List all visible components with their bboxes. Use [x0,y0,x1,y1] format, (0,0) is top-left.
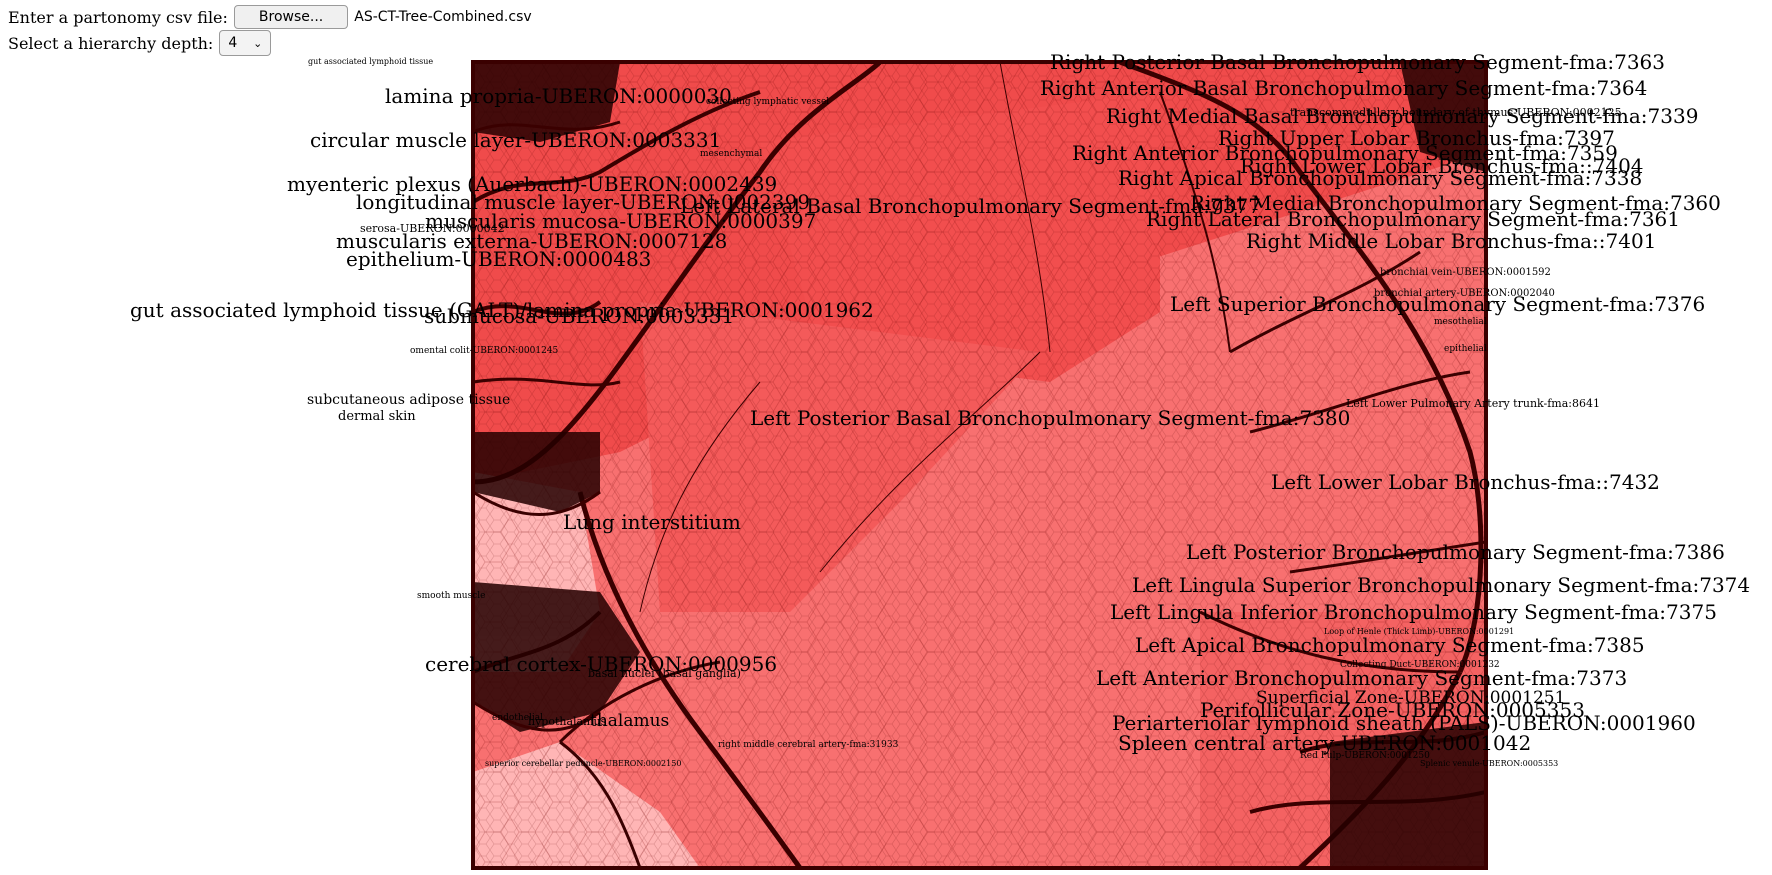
label-left-lingula-superior: Left Lingula Superior Bronchopulmonary S… [1132,573,1750,597]
label-subcutaneous-adipose: subcutaneous adipose tissue [307,392,510,408]
label-right-apical: Right Apical Bronchopulmonary Segment-fm… [1118,166,1642,190]
browse-button[interactable]: Browse... [233,5,349,29]
label-red-pulp: Red Pulp-UBERON:0001250 [1300,751,1430,761]
selected-file-name: AS-CT-Tree-Combined.csv [354,9,532,25]
label-bronchial-vein: bronchial vein-UBERON:0001592 [1380,267,1551,278]
label-left-posterior-basal: Left Posterior Basal Bronchopulmonary Se… [750,406,1350,430]
label-mesothelial: mesothelial [1434,317,1487,327]
label-left-lingula-inferior: Left Lingula Inferior Bronchopulmonary S… [1110,600,1717,624]
label-right-upper-lobar: Right Upper Lobar Bronchus-fma:7397 [1218,126,1615,150]
label-loop-of-henle: Loop of Henle (Thick Limb)-UBERON:000129… [1324,627,1514,636]
label-mesenchymal: mesenchymal [700,149,762,159]
label-circular-muscle: circular muscle layer-UBERON:0003331 [310,128,721,152]
label-right-middle-cerebral-artery: right middle cerebral artery-fma:31933 [718,740,899,750]
label-basal-nuclei: basal nuclei (basal ganglia) [588,667,741,680]
label-left-posterior: Left Posterior Bronchopulmonary Segment-… [1186,540,1725,564]
label-bronchial-artery: bronchial artery-UBERON:0002040 [1374,288,1555,299]
label-right-posterior-basal: Right Posterior Basal Bronchopulmonary S… [1050,52,1665,74]
label-right-anterior-basal: Right Anterior Basal Bronchopulmonary Se… [1040,76,1647,100]
depth-label: Select a hierarchy depth: [8,33,214,53]
label-submucosa: submucosa-UBERON:0003331 [424,304,734,328]
label-collecting-duct: Collecting Duct-UBERON:0001232 [1340,660,1500,670]
label-serosa: serosa-UBERON:0000042 [360,222,505,235]
label-omental-colit: omental colit-UBERON:0001245 [410,346,559,356]
label-superficial-zone: Superficial Zone-UBERON:0001251 [1256,688,1565,708]
voronoi-treemap: Right Posterior Basal Bronchopulmonary S… [0,52,1772,875]
label-collecting-lymphatic: collecting lymphatic vessel [706,97,829,107]
label-left-lower-lobar: Left Lower Lobar Bronchus-fma::7432 [1271,470,1660,494]
label-galt-small: gut associated lymphoid tissue [308,57,433,66]
depth-select-value: 4 [228,35,238,51]
label-dermal-skin: dermal skin [338,409,416,424]
label-superior-cerebellar-peduncle: superior cerebellar peduncle-UBERON:0002… [485,759,681,768]
csv-row: Enter a partonomy csv file: Browse... AS… [8,5,532,29]
label-left-apical: Left Apical Bronchopulmonary Segment-fma… [1135,633,1645,657]
label-epithelial: epithelial [1444,344,1487,354]
controls-panel: Enter a partonomy csv file: Browse... AS… [8,5,532,57]
label-thymus-boundary: transcommedullary boundary of thymus-UBE… [1290,106,1622,119]
label-right-middle-lobar: Right Middle Lobar Bronchus-fma::7401 [1246,229,1656,253]
label-smooth-muscle: smooth muscle [417,591,485,601]
csv-label: Enter a partonomy csv file: [8,7,228,27]
label-hypothalamus: hypothalamus [528,715,607,728]
label-lamina-propria: lamina propria-UBERON:0000030 [385,84,732,108]
label-splenic-venule: Splenic venule-UBERON:0005353 [1420,759,1558,768]
label-lung-interstitium: Lung interstitium [563,510,741,534]
chevron-down-icon: ⌄ [253,36,263,50]
label-epithelium: epithelium-UBERON:0000483 [346,247,651,271]
treemap-svg: Right Posterior Basal Bronchopulmonary S… [130,52,1750,870]
label-left-lower-pulmonary-artery: Left Lower Pulmonary Artery trunk-fma:86… [1346,397,1600,410]
